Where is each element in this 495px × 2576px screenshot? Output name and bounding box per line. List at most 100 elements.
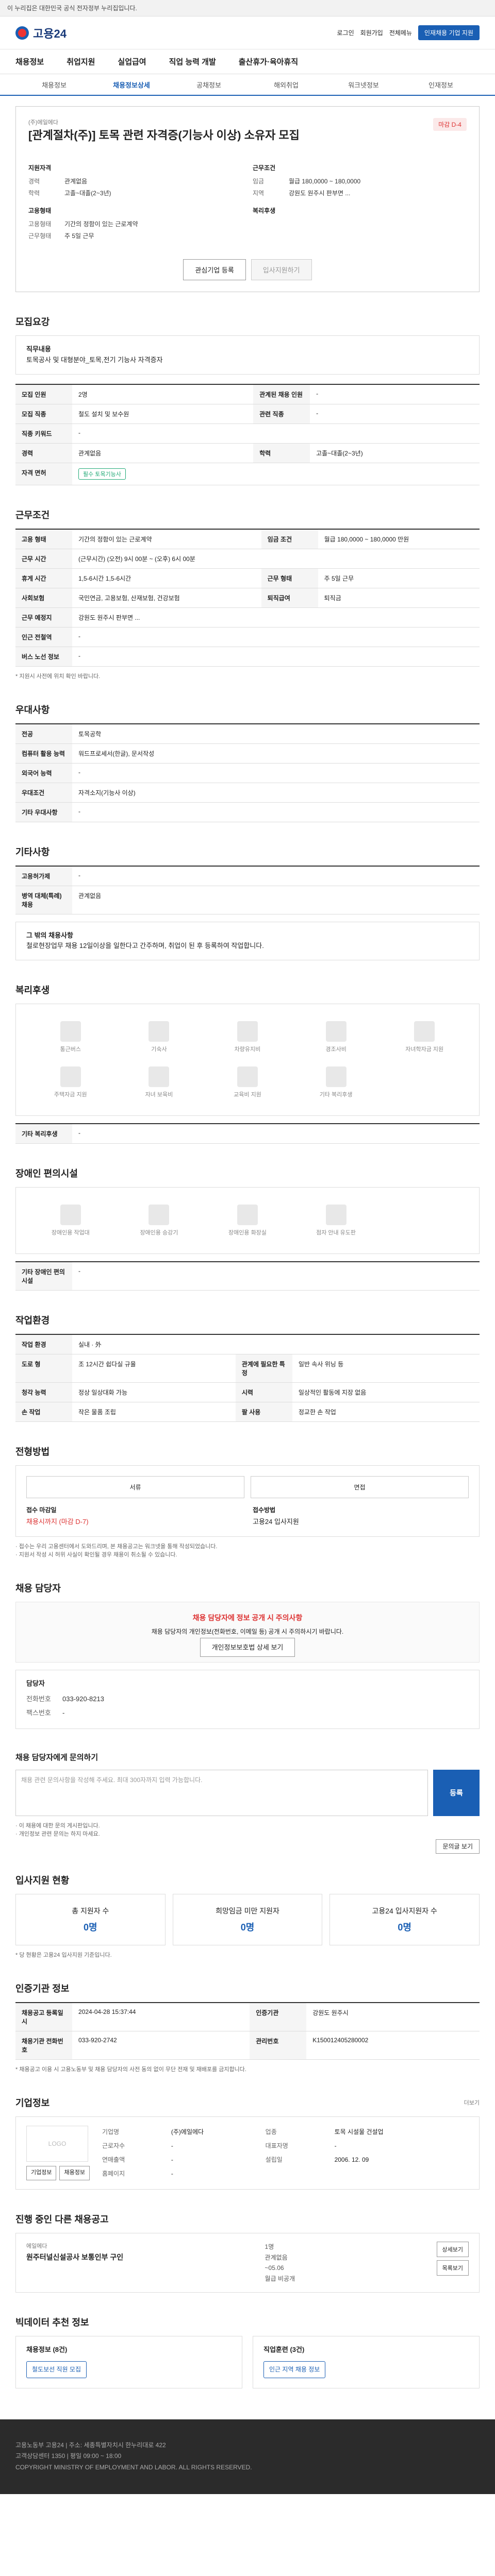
- kv-key: 임금: [253, 178, 265, 185]
- th-element: 시력: [235, 1382, 292, 1403]
- table-row: 채용기관 전화번호 033-920-2742 관리번호 K15001240528000…: [15, 2031, 480, 2060]
- td-element: -: [72, 627, 480, 647]
- th-element: 인근 전철역: [15, 627, 72, 647]
- subnav-item-2[interactable]: 공채정보: [170, 80, 248, 90]
- td-element: 필수 토목기능사: [72, 463, 480, 485]
- logo[interactable]: 고용24: [15, 25, 67, 41]
- gnb-item-training[interactable]: 직업 능력 개발: [169, 56, 216, 67]
- inquiry-list-button[interactable]: 문의글 보기: [436, 1839, 480, 1854]
- recommend-item[interactable]: 인근 지역 채용 정보: [263, 2361, 326, 2378]
- kv-key: 고용형태: [28, 221, 52, 228]
- th: 모집 인원: [15, 384, 72, 404]
- table-row: 기타 복리후생 -: [15, 1124, 480, 1144]
- contact-section-title: 채용 담당자: [15, 1583, 61, 1594]
- company-info-table: 기업명 (주)에일에다 업종 토목 시설물 건설업 근로자수 - 대표자명 - 연매출액 - 설…: [100, 2125, 469, 2181]
- subnav-item-5[interactable]: 인재정보: [402, 80, 480, 90]
- td-element: -: [72, 763, 480, 783]
- th-element: 외국어 능력: [15, 763, 72, 783]
- table-row: 기타 장애인 편의시설 -: [15, 1262, 480, 1291]
- inquiry-textarea[interactable]: 채용 관련 문의사항을 작성해 주세요. 최대 300자까지 입력 가능합니다.: [15, 1769, 428, 1816]
- related-detail-button[interactable]: 상세보기: [436, 2242, 469, 2258]
- benefit-item: 경조사비: [292, 1014, 381, 1060]
- td-element: 정상 일상대화 가능: [72, 1382, 236, 1403]
- braille-icon: [325, 1205, 346, 1226]
- tbody-element: 모집 인원 2명 관계된 채용 인원 - 모집 직종 철도 설치 및 보수원 관련 직종 -…: [15, 384, 480, 485]
- stat-card: 총 지원자 수 0명: [15, 1893, 166, 1945]
- preference-section-title: 우대사항: [15, 704, 50, 715]
- contact-warning-title: 채용 담당자에 정보 공개 시 주의사항: [192, 1614, 303, 1622]
- gnb-item-jobs[interactable]: 채용정보: [15, 56, 44, 67]
- td-element: 작은 물품 조립: [72, 1402, 236, 1422]
- gnb-item-benefit[interactable]: 실업급여: [118, 56, 146, 67]
- gnb-item-leave[interactable]: 출산휴가·육아휴직: [239, 56, 298, 67]
- table-row: 모집 직종 철도 설치 및 보수원 관련 직종 -: [15, 404, 480, 424]
- recommend-item[interactable]: 철도보선 직원 모집: [26, 2361, 87, 2378]
- kv-value: 주 5일 근무: [64, 232, 94, 240]
- table-row: 기타 우대사항 -: [15, 802, 480, 822]
- header-link-join[interactable]: 회원가입: [360, 28, 383, 37]
- header-link-login[interactable]: 로그인: [337, 28, 354, 37]
- header-cta-button[interactable]: 인재채용 기업 지원: [418, 25, 480, 40]
- recruit-section-title: 모집요강: [15, 317, 50, 327]
- span-element: 장애인용 작업대: [51, 1230, 90, 1236]
- employment-heading: 고용형태: [28, 207, 52, 214]
- job-title: [관계절차(주)] 토목 관련 자격증(기능사 이상) 소유자 모집: [28, 129, 300, 142]
- related-job-title[interactable]: 원주터널신설공사 보통인부 구인: [26, 2252, 123, 2262]
- span-element: 경조사비: [325, 1046, 346, 1053]
- privacy-detail-button[interactable]: 개인정보보호법 상세 보기: [200, 1638, 295, 1657]
- subnav-item-0[interactable]: 채용정보: [15, 80, 93, 90]
- kv-value: 관계없음: [64, 178, 88, 185]
- job-desc-text: 토목공사 및 대형분야_토목,전기 기능사 자격증자: [26, 355, 163, 364]
- sub-nav: 채용정보 채용정보상세 공채정보 해외취업 워크넷정보 인재정보: [0, 74, 495, 96]
- gnb-item-support[interactable]: 취업지원: [67, 56, 95, 67]
- contact-phone: 033-920-8213: [62, 1694, 104, 1703]
- kv-key: 학력: [28, 190, 40, 197]
- table-row: 휴게 시간 1,5-6시간 1,5-6시간 근무 형태 주 5일 근무: [15, 568, 480, 588]
- company-more-link[interactable]: 더보기: [464, 2098, 480, 2107]
- other-extra-box: 그 밖의 채용사항 철로현장업무 채용 12일이상을 일한다고 간주하며, 취업…: [15, 921, 480, 961]
- company-jobs-button[interactable]: 채용정보: [59, 2166, 90, 2180]
- stats-note: * 당 현황은 고용24 입사지원 기준입니다.: [15, 1952, 112, 1958]
- td-element: 업종: [265, 2128, 277, 2136]
- kv-key: 근무형태: [28, 232, 52, 240]
- company-info-button[interactable]: 기업정보: [26, 2166, 57, 2180]
- desk-icon: [60, 1205, 81, 1226]
- footer-line: 고객상담센터 1350 | 평일 09:00 ~ 18:00: [15, 2452, 122, 2460]
- footer-line: 고용노동부 고용24 | 주소: 세종특별자치시 한누리대로 422: [15, 2441, 166, 2449]
- table-row: 인근 전철역 -: [15, 627, 480, 647]
- subnav-item-4[interactable]: 워크넷정보: [325, 80, 402, 90]
- th-element: 채용공고 등록일시: [15, 2002, 72, 2031]
- job-desc-heading: 직무내용: [26, 345, 51, 353]
- disability-other-table: 기타 장애인 편의시설 -: [15, 1261, 480, 1291]
- tbody-element: 채용공고 등록일시 2024-04-28 15:37:44 인증기관 강원도 원주시 …: [15, 2002, 480, 2060]
- recommend-tab-jobs[interactable]: 채용정보 (8건) 철도보선 직원 모집: [15, 2335, 242, 2388]
- contact-warning-text: 채용 담당자의 개인정보(전화번호, 이메일 등) 공개 시 주의하시기 바랍니…: [151, 1628, 344, 1636]
- th-element: 청각 능력: [15, 1382, 72, 1403]
- company-name: (주)에일에다: [28, 120, 58, 126]
- th-element: 도로 형: [15, 1354, 72, 1383]
- subnav-item-3[interactable]: 해외취업: [248, 80, 325, 90]
- interest-button[interactable]: 관심기업 등록: [183, 259, 246, 280]
- span-element: 장애인용 승강기: [140, 1230, 178, 1236]
- subnav-item-1[interactable]: 채용정보상세: [93, 80, 170, 90]
- header-link-menu[interactable]: 전체메뉴: [389, 28, 412, 37]
- recommend-tab-training[interactable]: 직업훈련 (3건) 인근 지역 채용 정보: [253, 2335, 480, 2388]
- related-company: 에일에다: [26, 2243, 47, 2250]
- other-table: 고용허가제 - 병역 대체(특례) 채용 관계없음: [15, 865, 480, 914]
- preference-table: 전공 토목공학 컴퓨터 활용 능력 워드프로세서(한글), 문서작성 외국어 능력 -…: [15, 723, 480, 822]
- div-element: · 접수는 우리 고용센터에서 도와드리며, 본 채용공고는 워크넷을 통해 작…: [15, 1544, 218, 1550]
- dormitory-icon: [148, 1021, 170, 1042]
- span-element: 팩스번호: [26, 1708, 51, 1717]
- tbody-element: 전공 토목공학 컴퓨터 활용 능력 워드프로세서(한글), 문서작성 외국어 능력 -…: [15, 723, 480, 822]
- th: 모집 직종: [15, 404, 72, 424]
- conditions-heading: 근무조건: [253, 164, 276, 172]
- inquiry-submit-button[interactable]: 등록: [433, 1769, 480, 1816]
- related-list-button[interactable]: 목록보기: [436, 2260, 469, 2276]
- th-element: 우대조건: [15, 783, 72, 803]
- apply-button[interactable]: 입사지원하기: [251, 259, 312, 280]
- div-element: 임금 월급 180,0000 ~ 180,0000: [253, 175, 467, 187]
- related-job-card[interactable]: 에일에다 원주터널신설공사 보통인부 구인 1명 관계없음 ~05.06 월급 …: [15, 2233, 480, 2293]
- company-logo: LOGO: [26, 2126, 88, 2162]
- baby-icon: [148, 1066, 170, 1088]
- related-section-title: 진행 중인 다른 채용공고: [15, 2214, 109, 2225]
